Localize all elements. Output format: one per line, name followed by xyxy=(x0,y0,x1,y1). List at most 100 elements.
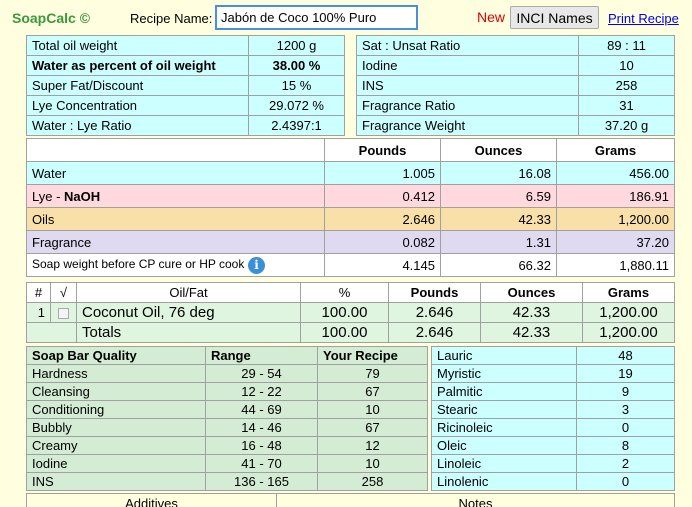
summary-row: Sat : Unsat Ratio 89 : 11 xyxy=(356,35,675,56)
column-header: Grams xyxy=(556,138,675,162)
summary-row: Water as percent of oil weight 38.00 % xyxy=(26,55,345,76)
summary-value: 258 xyxy=(578,75,675,96)
summary-value: 2.4397:1 xyxy=(248,115,345,136)
summary-row: Fragrance Ratio 31 xyxy=(356,95,675,116)
quality-range: 136 - 165 xyxy=(205,472,318,491)
oil-name: Coconut Oil, 76 deg xyxy=(76,302,301,323)
quality-range: 29 - 54 xyxy=(205,364,318,383)
inci-names-button[interactable]: INCI Names xyxy=(510,6,599,29)
fatty-acid-row: Myristic 19 xyxy=(431,364,675,383)
totals-ounces: 42.33 xyxy=(480,322,583,343)
quality-value: 67 xyxy=(317,418,428,437)
grams-value: 1,200.00 xyxy=(556,207,675,231)
oil-checkbox[interactable] xyxy=(50,302,77,323)
oil-number: 1 xyxy=(26,302,51,323)
quality-name: Bubbly xyxy=(26,418,206,437)
summary-label: Fragrance Weight xyxy=(356,115,579,136)
additives-header: Additives xyxy=(26,493,277,507)
weights-row-water: Water 1.005 16.08 456.00 xyxy=(26,161,675,185)
summary-value: 1200 g xyxy=(248,35,345,56)
grams-value: 37.20 xyxy=(556,230,675,254)
oil-ounces: 42.33 xyxy=(480,302,583,323)
quality-row: Creamy 16 - 48 12 xyxy=(26,436,428,455)
fatty-acid-row: Stearic 3 xyxy=(431,400,675,419)
column-header: Oil/Fat xyxy=(76,282,301,303)
row-label: Water xyxy=(26,161,325,185)
pounds-value: 0.412 xyxy=(324,184,441,208)
summary-label: Water : Lye Ratio xyxy=(26,115,249,136)
summary-row: INS 258 xyxy=(356,75,675,96)
ounces-value: 66.32 xyxy=(440,253,557,277)
quality-value: 12 xyxy=(317,436,428,455)
weights-table: Pounds Ounces Grams Water 1.005 16.08 456.00 … xyxy=(26,138,675,277)
column-header: # xyxy=(26,282,51,303)
notes-header: Notes xyxy=(276,493,675,507)
weights-row-soap-total: Soap weight before CP cure or HP cook i4… xyxy=(26,253,675,277)
column-header: Your Recipe xyxy=(317,346,428,365)
row-label: Lye - NaOH xyxy=(26,184,325,208)
summary-value: 89 : 11 xyxy=(578,35,675,56)
new-recipe-link[interactable]: New xyxy=(477,9,505,25)
summary-value: 31 xyxy=(578,95,675,116)
oil-pounds: 2.646 xyxy=(388,302,481,323)
recipe-name-input[interactable] xyxy=(215,5,418,30)
summary-value: 29.072 % xyxy=(248,95,345,116)
summary-value: 10 xyxy=(578,55,675,76)
summary-table-right: Sat : Unsat Ratio 89 : 11 Iodine 10 INS 258… xyxy=(356,35,675,136)
fatty-acid-name: Linolenic xyxy=(431,472,577,491)
summary-label: Fragrance Ratio xyxy=(356,95,579,116)
quality-row: Cleansing 12 - 22 67 xyxy=(26,382,428,401)
summary-row: Super Fat/Discount 15 % xyxy=(26,75,345,96)
column-header: Pounds xyxy=(388,282,481,303)
oil-percent: 100.00 xyxy=(300,302,389,323)
summary-label: Lye Concentration xyxy=(26,95,249,116)
summary-value: 37.20 g xyxy=(578,115,675,136)
summary-label: Water as percent of oil weight xyxy=(26,55,249,76)
qualities-header-row: Soap Bar Quality Range Your Recipe xyxy=(26,346,428,365)
pounds-value: 0.082 xyxy=(324,230,441,254)
fatty-acid-name: Ricinoleic xyxy=(431,418,577,437)
quality-row: Iodine 41 - 70 10 xyxy=(26,454,428,473)
app-logo: SoapCalc © xyxy=(12,10,91,26)
oils-header-row: # √ Oil/Fat% Pounds Ounces Grams xyxy=(26,282,675,303)
quality-range: 14 - 46 xyxy=(205,418,318,437)
column-header: Soap Bar Quality xyxy=(26,346,206,365)
row-label: Oils xyxy=(26,207,325,231)
quality-value: 258 xyxy=(317,472,428,491)
super-fat-input[interactable]: 15 % xyxy=(248,75,345,96)
fatty-acid-name: Palmitic xyxy=(431,382,577,401)
quality-value: 10 xyxy=(317,400,428,419)
summary-row: Fragrance Weight 37.20 g xyxy=(356,115,675,136)
fatty-acid-value: 2 xyxy=(576,454,675,473)
ounces-value: 42.33 xyxy=(440,207,557,231)
fatty-acid-row: Linoleic 2 xyxy=(431,454,675,473)
fatty-acid-value: 19 xyxy=(576,364,675,383)
water-percent-input[interactable]: 38.00 % xyxy=(248,55,345,76)
fatty-acid-name: Linoleic xyxy=(431,454,577,473)
quality-row: INS 136 - 165 258 xyxy=(26,472,428,491)
totals-percent: 100.00 xyxy=(300,322,389,343)
summary-label: Super Fat/Discount xyxy=(26,75,249,96)
print-recipe-link[interactable]: Print Recipe xyxy=(608,11,679,26)
weights-header-row: Pounds Ounces Grams xyxy=(26,138,675,162)
fatty-acid-row: Oleic 8 xyxy=(431,436,675,455)
fatty-acid-row: Palmitic 9 xyxy=(431,382,675,401)
fatty-acid-value: 0 xyxy=(576,418,675,437)
fatty-acid-name: Oleic xyxy=(431,436,577,455)
summary-row: Lye Concentration 29.072 % xyxy=(26,95,345,116)
fatty-acid-value: 8 xyxy=(576,436,675,455)
column-header: Grams xyxy=(582,282,675,303)
ounces-value: 1.31 xyxy=(440,230,557,254)
notes-table: Additives Notes xyxy=(26,493,675,507)
pounds-value: 1.005 xyxy=(324,161,441,185)
row-label: Fragrance xyxy=(26,230,325,254)
quality-value: 79 xyxy=(317,364,428,383)
soap-qualities-table: Soap Bar Quality Range Your Recipe Hardnes… xyxy=(26,346,428,491)
summary-label: Sat : Unsat Ratio xyxy=(356,35,579,56)
fatty-acid-value: 48 xyxy=(576,346,675,365)
weights-row-fragrance: Fragrance 0.082 1.31 37.20 xyxy=(26,230,675,254)
checkbox-icon[interactable] xyxy=(58,307,69,319)
column-header: Pounds xyxy=(324,138,441,162)
info-icon[interactable]: i xyxy=(247,256,265,274)
fatty-acid-value: 0 xyxy=(576,472,675,491)
